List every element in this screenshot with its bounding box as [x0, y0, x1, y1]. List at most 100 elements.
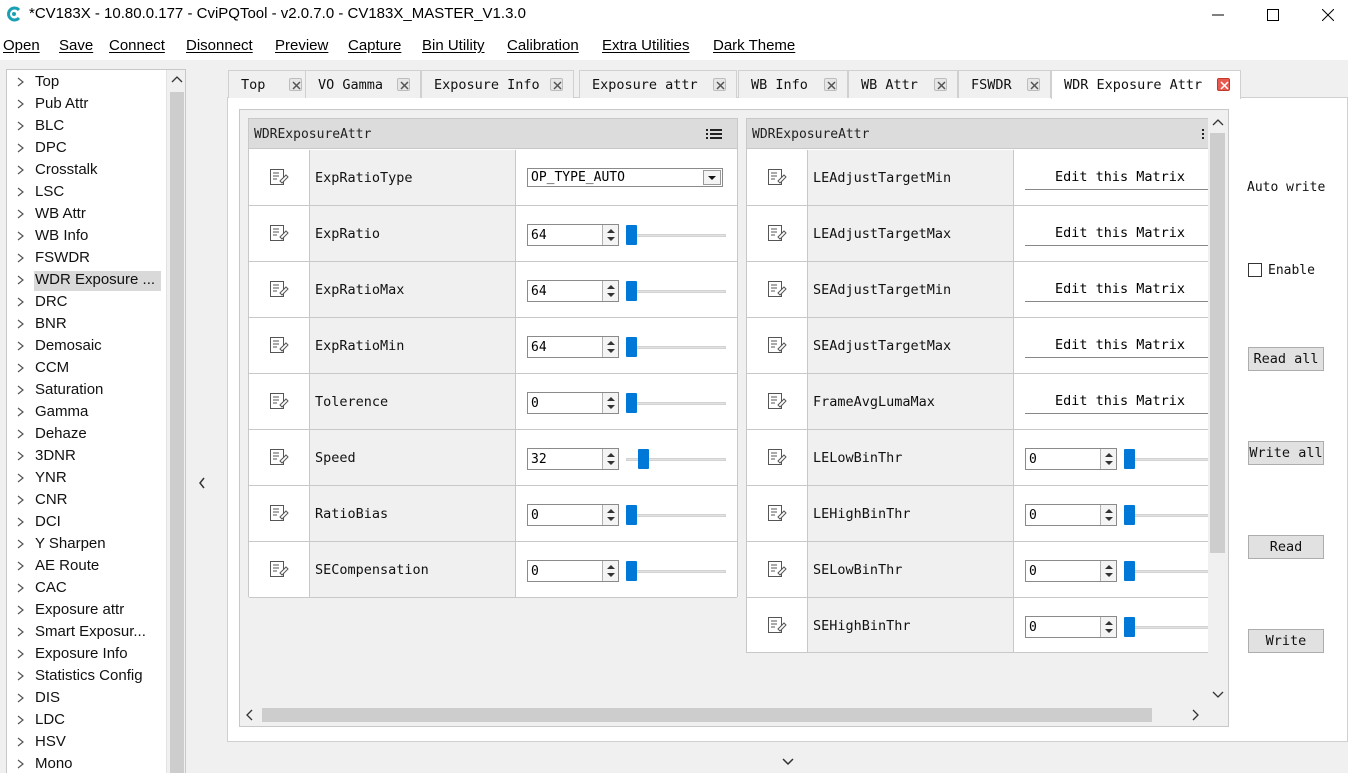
- chevron-right-icon[interactable]: [16, 735, 26, 749]
- menu-capture[interactable]: Capture: [348, 37, 401, 54]
- menu-bin-utility[interactable]: Bin Utility: [422, 37, 485, 54]
- chevron-right-icon[interactable]: [16, 361, 26, 375]
- row-icon-cell[interactable]: [249, 262, 310, 317]
- value-spinbox[interactable]: 0: [1025, 616, 1117, 638]
- sidebar-item[interactable]: Dehaze: [7, 423, 167, 445]
- value-spinbox[interactable]: 0: [1025, 504, 1117, 526]
- value-slider[interactable]: [626, 560, 726, 582]
- spin-down-icon[interactable]: [606, 292, 616, 298]
- chevron-right-icon[interactable]: [16, 537, 26, 551]
- sidebar-scroll-thumb[interactable]: [170, 92, 184, 773]
- spin-arrows[interactable]: [1100, 617, 1116, 637]
- menu-preview[interactable]: Preview: [275, 37, 328, 54]
- chevron-right-icon[interactable]: [16, 647, 26, 661]
- spin-arrows[interactable]: [602, 561, 618, 581]
- spin-up-icon[interactable]: [1104, 452, 1114, 458]
- row-icon-cell[interactable]: [249, 206, 310, 261]
- chevron-right-icon[interactable]: [16, 691, 26, 705]
- row-icon-cell[interactable]: [249, 542, 310, 597]
- chevron-right-icon[interactable]: [16, 229, 26, 243]
- scroll-right-icon[interactable]: [1192, 709, 1200, 721]
- close-button[interactable]: [1300, 0, 1348, 30]
- sidebar-item[interactable]: Saturation: [7, 379, 167, 401]
- row-icon-cell[interactable]: [249, 486, 310, 541]
- chevron-right-icon[interactable]: [16, 317, 26, 331]
- sidebar-item[interactable]: Exposure Info: [7, 643, 167, 665]
- chevron-right-icon[interactable]: [16, 273, 26, 287]
- menu-dark-theme[interactable]: Dark Theme: [713, 37, 795, 54]
- sidebar-item[interactable]: WB Info: [7, 225, 167, 247]
- spin-arrows[interactable]: [602, 281, 618, 301]
- sidebar-item[interactable]: WDR Exposure ...: [7, 269, 167, 291]
- value-slider[interactable]: [626, 224, 726, 246]
- edit-matrix-button[interactable]: Edit this Matrix: [1025, 390, 1208, 414]
- slider-handle[interactable]: [626, 505, 637, 525]
- sidebar-item[interactable]: BNR: [7, 313, 167, 335]
- tab-close-icon[interactable]: [713, 78, 726, 91]
- tab[interactable]: WDR Exposure Attr: [1051, 70, 1241, 99]
- row-icon-cell[interactable]: [747, 430, 808, 485]
- sidebar-scrollbar[interactable]: [166, 70, 185, 773]
- chevron-right-icon[interactable]: [16, 185, 26, 199]
- scroll-down-icon[interactable]: [1212, 691, 1224, 699]
- spin-down-icon[interactable]: [1104, 516, 1114, 522]
- sidebar-item[interactable]: Crosstalk: [7, 159, 167, 181]
- spin-arrows[interactable]: [602, 225, 618, 245]
- value-slider[interactable]: [1124, 560, 1208, 582]
- value-slider[interactable]: [626, 336, 726, 358]
- spin-up-icon[interactable]: [606, 508, 616, 514]
- row-icon-cell[interactable]: [747, 262, 808, 317]
- sidebar-item[interactable]: CAC: [7, 577, 167, 599]
- spin-down-icon[interactable]: [1104, 572, 1114, 578]
- tab[interactable]: WB Info: [738, 70, 848, 98]
- spin-arrows[interactable]: [602, 393, 618, 413]
- sidebar-item[interactable]: Statistics Config: [7, 665, 167, 687]
- tab[interactable]: VO Gamma: [305, 70, 421, 98]
- spin-arrows[interactable]: [602, 337, 618, 357]
- sidebar-item[interactable]: LDC: [7, 709, 167, 731]
- spin-arrows[interactable]: [602, 449, 618, 469]
- dropdown-button[interactable]: [703, 170, 721, 185]
- row-icon-cell[interactable]: [747, 206, 808, 261]
- tab-close-icon[interactable]: [289, 78, 302, 91]
- tab-close-icon[interactable]: [824, 78, 837, 91]
- sidebar-item[interactable]: HSV: [7, 731, 167, 753]
- scroll-up-icon[interactable]: [1212, 118, 1224, 126]
- chevron-right-icon[interactable]: [16, 119, 26, 133]
- spin-up-icon[interactable]: [1104, 620, 1114, 626]
- sidebar-item[interactable]: CNR: [7, 489, 167, 511]
- slider-handle[interactable]: [626, 281, 637, 301]
- row-icon-cell[interactable]: [747, 318, 808, 373]
- slider-handle[interactable]: [626, 561, 637, 581]
- slider-handle[interactable]: [626, 225, 637, 245]
- chevron-right-icon[interactable]: [16, 427, 26, 441]
- row-icon-cell[interactable]: [747, 486, 808, 541]
- row-icon-cell[interactable]: [249, 430, 310, 485]
- slider-handle[interactable]: [1124, 561, 1135, 581]
- panel-menu-icon[interactable]: [706, 129, 722, 139]
- tab-close-icon[interactable]: [934, 78, 947, 91]
- slider-handle[interactable]: [1124, 617, 1135, 637]
- horizontal-scroll-thumb[interactable]: [262, 708, 1152, 722]
- sidebar-item[interactable]: LSC: [7, 181, 167, 203]
- spin-down-icon[interactable]: [606, 572, 616, 578]
- menu-disconnect[interactable]: Disonnect: [186, 37, 253, 54]
- menu-open[interactable]: Open: [3, 37, 40, 54]
- op-type-dropdown[interactable]: OP_TYPE_AUTO: [527, 168, 723, 187]
- chevron-right-icon[interactable]: [16, 515, 26, 529]
- tab[interactable]: Exposure Info: [421, 70, 574, 98]
- tab[interactable]: Exposure attr: [579, 70, 737, 98]
- spin-up-icon[interactable]: [606, 228, 616, 234]
- chevron-right-icon[interactable]: [16, 757, 26, 771]
- edit-matrix-button[interactable]: Edit this Matrix: [1025, 222, 1208, 246]
- spin-down-icon[interactable]: [606, 516, 616, 522]
- sidebar-item[interactable]: Top: [7, 71, 167, 93]
- chevron-right-icon[interactable]: [16, 383, 26, 397]
- tab-close-icon[interactable]: [397, 78, 410, 91]
- enable-checkbox[interactable]: [1248, 263, 1262, 277]
- spin-down-icon[interactable]: [1104, 628, 1114, 634]
- chevron-right-icon[interactable]: [16, 163, 26, 177]
- edit-matrix-button[interactable]: Edit this Matrix: [1025, 278, 1208, 302]
- sidebar-item[interactable]: Y Sharpen: [7, 533, 167, 555]
- tab[interactable]: Top: [228, 70, 313, 98]
